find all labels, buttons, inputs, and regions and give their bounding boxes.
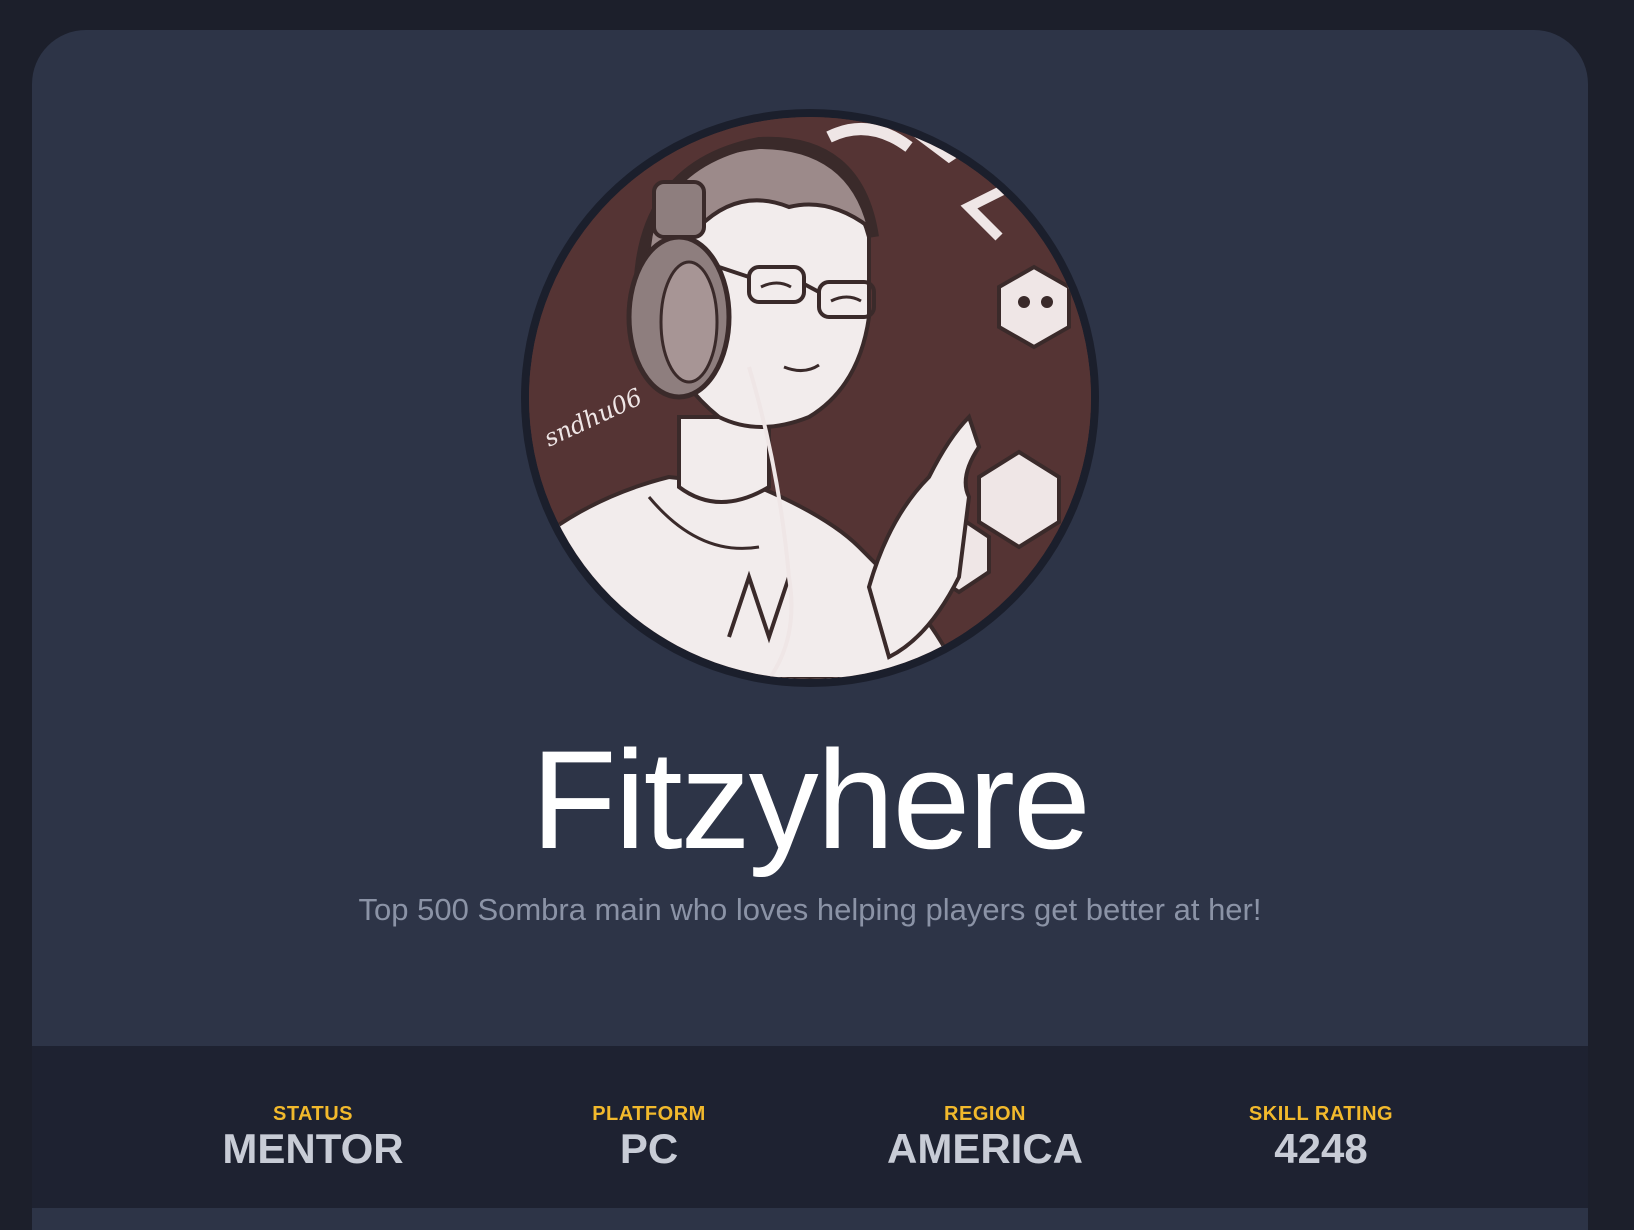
avatar-illustration-icon: sndhu06 — [529, 117, 1091, 679]
profile-bio: Top 500 Sombra main who loves helping pl… — [358, 892, 1262, 927]
stat-skill-rating: SKILL RATING 4248 — [1131, 1102, 1511, 1172]
stats-bar: STATUS MENTOR PLATFORM PC REGION AMERICA… — [32, 1046, 1588, 1208]
username: Fitzyhere — [531, 721, 1091, 878]
stat-platform: PLATFORM PC — [459, 1102, 839, 1172]
avatar[interactable]: sndhu06 — [529, 117, 1091, 679]
stat-status: STATUS MENTOR — [123, 1102, 503, 1172]
stat-label: STATUS — [272, 1103, 354, 1125]
stat-label: PLATFORM — [592, 1103, 706, 1125]
stat-value: 4248 — [1274, 1125, 1368, 1172]
profile-card: sndhu06 Fitzyhere Top 500 Sombra main wh… — [32, 30, 1588, 1230]
avatar-ring: sndhu06 — [521, 109, 1099, 687]
stat-value: AMERICA — [887, 1125, 1083, 1172]
stat-label: REGION — [944, 1103, 1026, 1125]
stat-label: SKILL RATING — [1248, 1103, 1394, 1125]
stat-value: PC — [619, 1125, 679, 1172]
stat-region: REGION AMERICA — [795, 1102, 1175, 1172]
stat-value: MENTOR — [222, 1125, 404, 1172]
